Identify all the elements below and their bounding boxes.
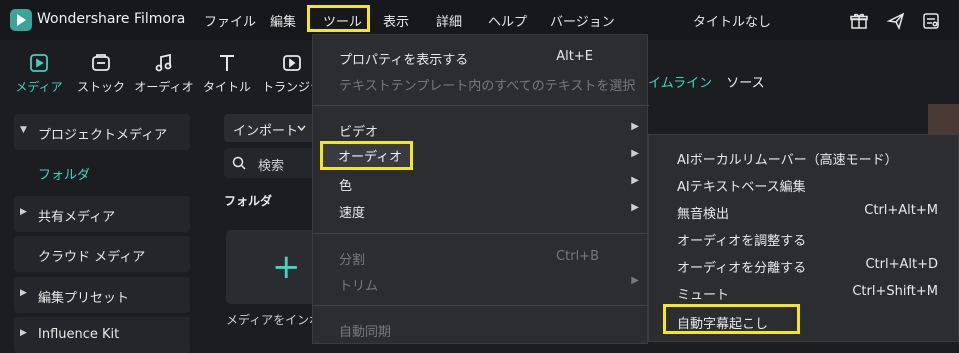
- submenu-item-shortcut: Ctrl+Alt+D: [865, 257, 938, 272]
- document-title: タイトルなし: [693, 15, 772, 30]
- submenu-item-shortcut: Ctrl+Shift+M: [852, 284, 938, 299]
- search-icon: [232, 156, 246, 170]
- chevron-down-icon: [297, 125, 306, 131]
- menu-item-trim: トリム ▶: [313, 270, 649, 296]
- menu-item-shortcut: Ctrl+B: [556, 249, 599, 264]
- menu-item-video[interactable]: ビデオ ▶: [313, 116, 649, 142]
- sidebar-item-shared-media[interactable]: ▶ 共有メディア: [14, 196, 190, 232]
- submenu-item-detach-audio[interactable]: オーディオを分離する Ctrl+Alt+D: [649, 252, 959, 278]
- sidebar-item-label: Influence Kit: [38, 327, 120, 342]
- menu-item-label: トリム: [339, 279, 379, 294]
- menu-divider: [313, 305, 649, 306]
- submenu-item-label: ミュート: [677, 288, 730, 303]
- menu-item-label: 色: [339, 179, 353, 194]
- toolbar-title-label: タイトル: [202, 80, 251, 94]
- menu-tools[interactable]: ツール: [323, 11, 362, 30]
- search-input[interactable]: 検索: [224, 148, 316, 178]
- app-name: Wondershare Filmora: [37, 11, 186, 27]
- sidebar-item-project-media[interactable]: ▼ プロジェクトメディア: [14, 114, 190, 150]
- menu-help[interactable]: ヘルプ: [488, 11, 527, 30]
- caret-right-icon: ▶: [20, 288, 27, 298]
- toolbar-audio[interactable]: オーディオ: [134, 52, 194, 95]
- submenu-item-label: AIボーカルリムーバー（高速モード）: [677, 153, 898, 168]
- sidebar-item-label: クラウド メディア: [38, 250, 146, 265]
- toolbar-stock[interactable]: ストック: [71, 52, 131, 95]
- plus-icon: +: [272, 247, 301, 287]
- share-icon[interactable]: [886, 12, 905, 31]
- chevron-right-icon: ▶: [631, 175, 639, 186]
- audio-icon: [134, 52, 194, 74]
- toolbar-audio-label: オーディオ: [134, 80, 194, 94]
- toolbar-title[interactable]: タイトル: [197, 52, 257, 95]
- menu-advanced[interactable]: 詳細: [436, 11, 462, 30]
- submenu-item-label: オーディオを調整する: [677, 234, 807, 249]
- caret-right-icon: ▶: [20, 207, 27, 217]
- menu-item-select-all-text: テキストテンプレート内のすべてのテキストを選択: [313, 70, 649, 96]
- auto-subtitle-highlight: [663, 304, 800, 334]
- submenu-item-ai-text-edit[interactable]: AIテキストベース編集: [649, 171, 959, 197]
- tab-timeline[interactable]: イムライン: [648, 76, 712, 91]
- sidebar-item-cloud-media[interactable]: クラウド メディア: [14, 236, 190, 272]
- menu-version[interactable]: バージョン: [550, 11, 615, 30]
- chevron-right-icon: ▶: [631, 275, 639, 286]
- submenu-item-mute[interactable]: ミュート Ctrl+Shift+M: [649, 279, 959, 305]
- sidebar-item-label: 共有メディア: [38, 210, 116, 225]
- menu-item-label: 分割: [339, 253, 366, 268]
- submenu-item-adjust-audio[interactable]: オーディオを調整する: [649, 225, 959, 251]
- menu-item-audio-label-highlighted[interactable]: オーディオ: [338, 146, 402, 165]
- menu-item-properties[interactable]: プロパティを表示する Alt+E: [313, 44, 649, 70]
- sidebar-item-folder[interactable]: フォルダ: [38, 164, 90, 183]
- menu-divider: [313, 233, 649, 234]
- menu-divider: [313, 105, 649, 106]
- menu-item-shortcut: Alt+E: [556, 49, 593, 64]
- menu-item-label: ビデオ: [339, 125, 379, 140]
- preview-thumbnail: [928, 104, 959, 134]
- menu-item-label: テキストテンプレート内のすべてのテキストを選択: [339, 79, 636, 94]
- submenu-item-shortcut: Ctrl+Alt+M: [864, 203, 938, 218]
- stock-icon: [71, 52, 131, 74]
- search-placeholder: 検索: [258, 159, 285, 174]
- menu-item-speed[interactable]: 速度 ▶: [313, 197, 649, 223]
- menu-item-label: 自動同期: [339, 325, 392, 340]
- sidebar-item-label: 編集プリセット: [38, 291, 130, 306]
- menu-item-split: 分割 Ctrl+B: [313, 244, 649, 270]
- chevron-right-icon: ▶: [631, 121, 639, 132]
- submenu-item-label: 無音検出: [677, 207, 730, 222]
- menu-item-label: プロパティを表示する: [339, 53, 469, 68]
- submenu-item-silence-detection[interactable]: 無音検出 Ctrl+Alt+M: [649, 198, 959, 224]
- caret-right-icon: ▶: [20, 328, 27, 338]
- menu-item-color[interactable]: 色 ▶: [313, 170, 649, 196]
- filmora-logo-icon: [10, 9, 32, 31]
- caret-down-icon: ▼: [20, 125, 27, 135]
- submenu-item-ai-vocal-remover[interactable]: AIボーカルリムーバー（高速モード）: [649, 144, 959, 170]
- gift-icon[interactable]: [850, 12, 868, 30]
- sidebar-item-label: プロジェクトメディア: [38, 128, 168, 143]
- chevron-right-icon: ▶: [631, 148, 639, 159]
- menu-item-auto-sync: 自動同期: [313, 316, 649, 342]
- menu-edit[interactable]: 編集: [270, 11, 296, 30]
- media-icon: [9, 52, 69, 74]
- menu-item-label: 速度: [339, 206, 366, 221]
- toolbar-stock-label: ストック: [76, 80, 125, 94]
- tools-menu: プロパティを表示する Alt+E テキストテンプレート内のすべてのテキストを選択…: [312, 34, 649, 344]
- import-dropdown-button[interactable]: インポート: [224, 114, 316, 142]
- submenu-item-label: オーディオを分離する: [677, 261, 807, 276]
- sidebar-item-influence-kit[interactable]: ▶ Influence Kit: [14, 317, 190, 353]
- settings-icon[interactable]: [922, 12, 940, 30]
- toolbar-media-label: メディア: [15, 80, 63, 94]
- chevron-right-icon: ▶: [631, 202, 639, 213]
- title-icon: [197, 52, 257, 74]
- tab-source[interactable]: ソース: [726, 76, 764, 91]
- menu-file[interactable]: ファイル: [204, 11, 256, 30]
- folder-heading: フォルダ: [224, 194, 273, 208]
- menu-view[interactable]: 表示: [383, 11, 409, 30]
- preview-tabs: イムライン ソース: [648, 72, 765, 91]
- submenu-item-label: AIテキストベース編集: [677, 180, 806, 195]
- sidebar-item-edit-presets[interactable]: ▶ 編集プリセット: [14, 277, 190, 313]
- toolbar-media[interactable]: メディア: [9, 52, 69, 95]
- import-label: インポート: [233, 124, 299, 139]
